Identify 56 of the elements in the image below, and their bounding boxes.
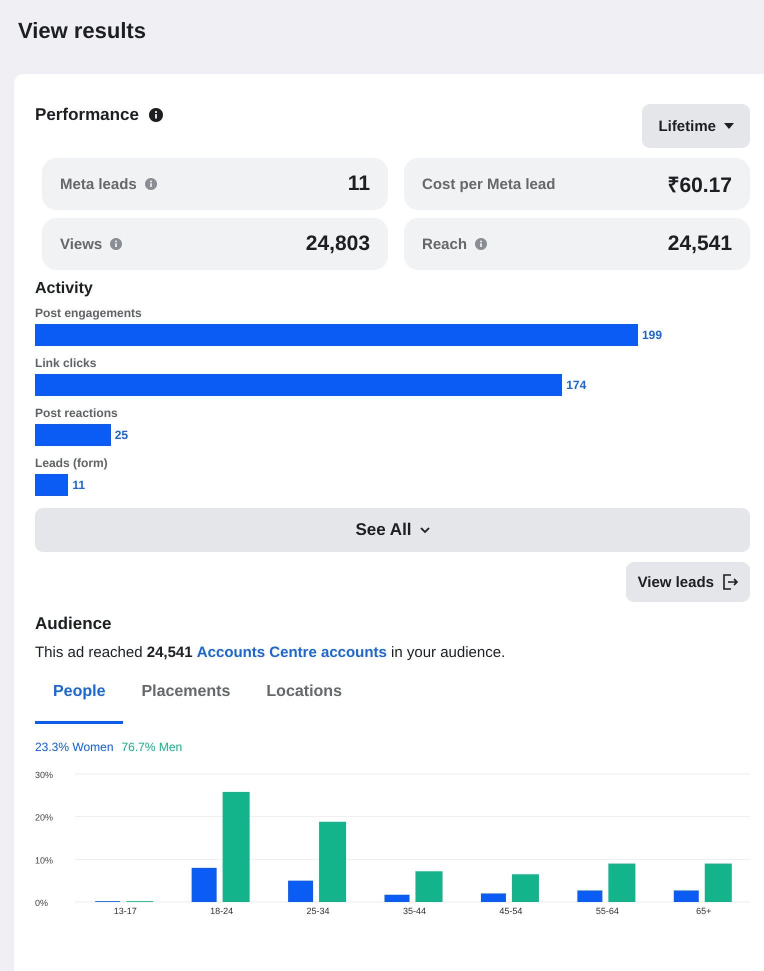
axis-label: 25-34	[306, 906, 330, 916]
axis-label: 18-24	[210, 906, 234, 916]
axis-label: 20%	[35, 812, 54, 823]
activity-bar	[35, 474, 68, 496]
axis-label: 65+	[696, 906, 712, 916]
chart-bar	[704, 864, 732, 902]
axis-label: 55-64	[596, 906, 619, 916]
stat-value: 24,541	[668, 232, 732, 256]
section-title: Activity	[35, 280, 94, 298]
export-icon	[722, 574, 738, 590]
stat-value: 24,803	[306, 232, 370, 256]
audience-tab[interactable]: People	[35, 679, 124, 724]
chart-bar	[416, 871, 442, 902]
see-all-button[interactable]: See All	[35, 508, 750, 552]
stat-value: ₹60.17	[667, 173, 732, 198]
chevron-down-icon	[420, 526, 430, 534]
axis-label: 35-44	[402, 906, 426, 916]
info-icon	[148, 108, 163, 122]
bar-label: Post reactions	[35, 406, 119, 420]
axis-label: 10%	[35, 855, 54, 866]
legend-label: 76.7% Men	[122, 740, 182, 754]
caret-icon	[724, 123, 734, 129]
chart-bar	[512, 874, 539, 902]
audience-tab[interactable]: Locations	[248, 679, 360, 724]
view-leads-button[interactable]: View leads	[626, 562, 750, 602]
bar-label: Leads (form)	[35, 456, 109, 470]
bar-value: 199	[642, 328, 662, 342]
chart-bar	[288, 880, 314, 902]
audience-tab[interactable]: Placements	[123, 679, 248, 724]
accounts-link[interactable]: Accounts Centre accounts	[196, 644, 387, 661]
axis-label: 13-17	[114, 906, 137, 916]
stat-label: Meta leads	[60, 176, 137, 192]
chart-bar	[577, 890, 602, 902]
stat-label: Reach	[422, 236, 468, 252]
legend-label: 23.3% Women	[35, 740, 114, 754]
chart-bar	[384, 894, 410, 902]
bar-label: Link clicks	[35, 356, 98, 370]
audience-summary: This ad reached 24,541 Accounts Centre accounts in your audience.	[35, 644, 506, 661]
axis-label: 30%	[35, 770, 54, 780]
bar-label: Post engagements	[35, 306, 143, 320]
section-title: Audience	[35, 614, 113, 634]
section-title: Performance	[35, 105, 139, 125]
chart-bar	[674, 890, 699, 902]
bar-value: 174	[566, 378, 586, 392]
axis-label: 45-54	[499, 906, 522, 916]
chart-bar	[608, 864, 636, 902]
stat-value: 11	[348, 172, 370, 196]
stat-label: Cost per Meta lead	[422, 176, 556, 192]
period-dropdown[interactable]: Lifetime	[642, 104, 750, 148]
stat-label: Views	[60, 236, 102, 252]
chart-bar	[480, 893, 506, 902]
bar-value: 25	[114, 428, 128, 442]
chart-bar	[192, 868, 217, 902]
axis-label: 0%	[35, 898, 48, 908]
bar-value: 11	[72, 478, 86, 492]
page-title: View results	[17, 17, 147, 45]
